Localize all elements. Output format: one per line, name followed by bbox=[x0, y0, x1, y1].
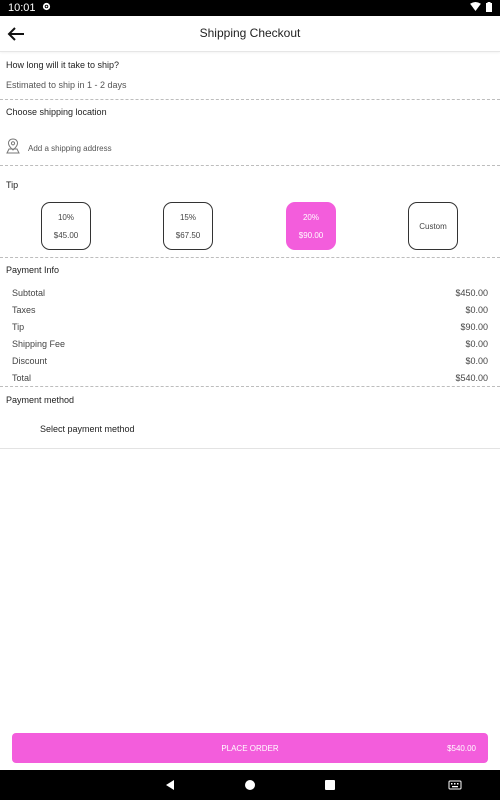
tip-amount: $67.50 bbox=[175, 230, 201, 240]
nav-recents-icon[interactable] bbox=[323, 778, 337, 792]
payment-row-value: $0.00 bbox=[465, 339, 488, 349]
keyboard-icon[interactable] bbox=[448, 778, 462, 792]
divider bbox=[0, 165, 500, 166]
tip-option-15[interactable]: 15% $67.50 bbox=[163, 202, 213, 250]
select-payment-method-button[interactable]: Select payment method bbox=[40, 424, 135, 434]
page-title: Shipping Checkout bbox=[199, 26, 301, 40]
shipping-location-label: Choose shipping location bbox=[6, 107, 107, 117]
battery-icon bbox=[486, 1, 492, 15]
nav-back-icon[interactable] bbox=[163, 778, 177, 792]
payment-row-name: Total bbox=[12, 373, 32, 383]
payment-row-total: Total $540.00 bbox=[12, 373, 488, 383]
divider bbox=[0, 257, 500, 258]
payment-row-value: $0.00 bbox=[465, 305, 488, 315]
app-bar: Shipping Checkout bbox=[0, 16, 500, 52]
payment-row-value: $0.00 bbox=[465, 356, 488, 366]
tip-option-10[interactable]: 10% $45.00 bbox=[41, 202, 91, 250]
nav-home-icon[interactable] bbox=[243, 778, 257, 792]
add-address-button[interactable]: Add a shipping address bbox=[6, 137, 112, 159]
tip-percent: 15% bbox=[179, 212, 196, 222]
tip-label: Tip bbox=[6, 180, 19, 190]
add-address-text: Add a shipping address bbox=[28, 143, 112, 153]
ship-time-question: How long will it take to ship? bbox=[6, 60, 120, 70]
payment-row-tip: Tip $90.00 bbox=[12, 322, 488, 332]
system-nav-bar bbox=[0, 770, 500, 800]
location-pin-icon bbox=[6, 137, 20, 159]
wifi-icon bbox=[470, 2, 481, 14]
payment-row-discount: Discount $0.00 bbox=[12, 356, 488, 366]
payment-row-value: $90.00 bbox=[460, 322, 488, 332]
tip-option-20[interactable]: 20% $90.00 bbox=[286, 202, 336, 250]
divider bbox=[0, 386, 500, 387]
tip-amount: $45.00 bbox=[53, 230, 79, 240]
tip-option-custom[interactable]: Custom bbox=[408, 202, 458, 250]
ship-time-estimate: Estimated to ship in 1 - 2 days bbox=[6, 80, 127, 90]
divider bbox=[0, 99, 500, 100]
status-time: 10:01 bbox=[8, 2, 36, 14]
payment-row-value: $540.00 bbox=[455, 373, 488, 383]
payment-row-value: $450.00 bbox=[455, 288, 488, 298]
place-order-label: PLACE ORDER bbox=[221, 744, 279, 753]
payment-row-name: Taxes bbox=[12, 305, 36, 315]
status-bar: 10:01 bbox=[0, 0, 500, 16]
payment-row-name: Tip bbox=[12, 322, 25, 332]
payment-info-label: Payment Info bbox=[6, 265, 60, 275]
payment-row-name: Subtotal bbox=[12, 288, 46, 298]
settings-icon bbox=[42, 2, 51, 14]
payment-row-subtotal: Subtotal $450.00 bbox=[12, 288, 488, 298]
tip-custom-label: Custom bbox=[419, 221, 447, 231]
tip-amount: $90.00 bbox=[298, 230, 324, 240]
payment-row-shipping-fee: Shipping Fee $0.00 bbox=[12, 339, 488, 349]
payment-method-label: Payment method bbox=[6, 395, 75, 405]
tip-percent: 10% bbox=[57, 212, 74, 222]
tip-percent: 20% bbox=[302, 212, 319, 222]
payment-row-name: Discount bbox=[12, 356, 48, 366]
payment-row-name: Shipping Fee bbox=[12, 339, 66, 349]
divider bbox=[0, 448, 500, 449]
place-order-button[interactable]: PLACE ORDER $540.00 bbox=[12, 733, 488, 763]
payment-row-taxes: Taxes $0.00 bbox=[12, 305, 488, 315]
place-order-amount: $540.00 bbox=[447, 744, 476, 753]
